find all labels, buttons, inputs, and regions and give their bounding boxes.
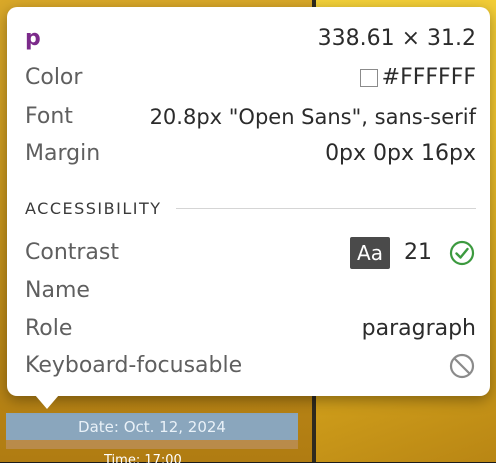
color-swatch-icon: [359, 69, 378, 87]
font-row: Font 20.8px "Open Sans", sans-serif: [25, 103, 476, 131]
color-row: Color #FFFFFF: [25, 64, 476, 92]
tooltip-header-row: p 338.61 × 31.2: [25, 25, 476, 53]
highlighted-paragraph[interactable]: Date: Oct. 12, 2024: [6, 413, 298, 440]
keyboard-focusable-value: [448, 352, 476, 380]
font-value: 20.8px "Open Sans", sans-serif: [149, 105, 476, 129]
ban-icon: [448, 352, 476, 380]
margin-row: Margin 0px 0px 16px: [25, 140, 476, 168]
accessibility-section-header: ACCESSIBILITY: [25, 197, 476, 219]
name-label: Name: [25, 278, 90, 303]
contrast-ratio: 21: [404, 240, 432, 265]
color-value: #FFFFFF: [381, 65, 476, 90]
check-circle-icon: [448, 239, 476, 267]
inspector-tooltip: p 338.61 × 31.2 Color #FFFFFF Font 20.8p…: [7, 7, 490, 409]
role-label: Role: [25, 316, 73, 341]
contrast-sample-badge: Aa: [350, 237, 390, 269]
contrast-value-wrap: Aa 21: [350, 237, 476, 269]
page-text-below: Time: 17:00: [104, 453, 182, 463]
margin-value: 0px 0px 16px: [325, 141, 476, 166]
element-highlight-overlay: Date: Oct. 12, 2024: [6, 413, 298, 449]
font-label: Font: [25, 104, 73, 129]
contrast-row: Contrast Aa 21: [25, 237, 476, 269]
contrast-label: Contrast: [25, 240, 120, 265]
color-value-wrap: #FFFFFF: [359, 64, 476, 92]
role-value: paragraph: [361, 316, 476, 341]
keyboard-focusable-label: Keyboard-focusable: [25, 353, 243, 378]
name-row: Name: [25, 277, 476, 305]
role-row: Role paragraph: [25, 315, 476, 343]
section-divider: [175, 207, 476, 209]
highlighted-text: Date: Oct. 12, 2024: [78, 417, 226, 436]
tooltip-pointer: [35, 395, 59, 409]
margin-label: Margin: [25, 141, 101, 166]
color-label: Color: [25, 65, 83, 90]
accessibility-section-title: ACCESSIBILITY: [25, 198, 162, 218]
element-dimensions: 338.61 × 31.2: [317, 26, 476, 51]
element-tag: p: [25, 26, 41, 51]
keyboard-focusable-row: Keyboard-focusable: [25, 352, 476, 380]
